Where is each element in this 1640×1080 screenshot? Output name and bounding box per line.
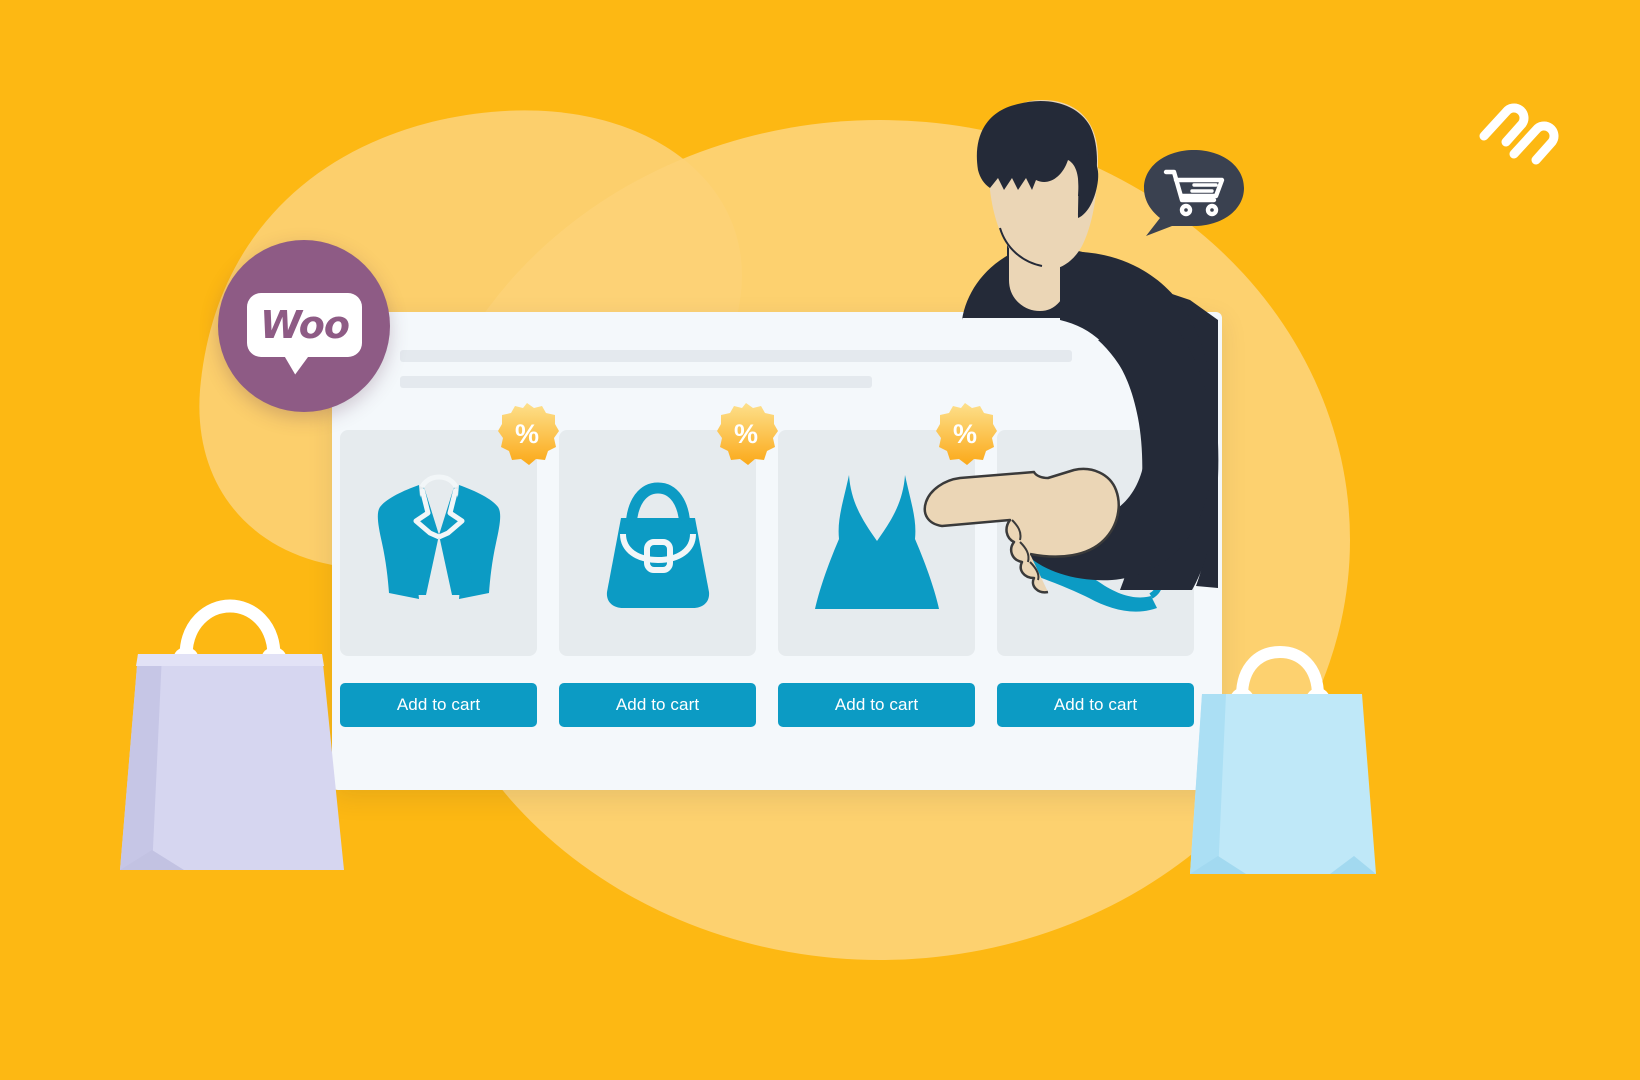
cart-speech-bubble xyxy=(1138,144,1250,238)
product-card: % Add to cart xyxy=(559,403,778,727)
brand-logo-mark xyxy=(1476,96,1560,170)
woo-logo: Woo xyxy=(218,240,390,412)
add-to-cart-button[interactable]: Add to cart xyxy=(340,683,537,727)
dress-icon xyxy=(814,475,939,609)
add-to-cart-button[interactable]: Add to cart xyxy=(778,683,975,727)
add-to-cart-button[interactable]: Add to cart xyxy=(559,683,756,727)
high-heel-shoe-icon xyxy=(1018,524,1163,612)
shopping-bag-left xyxy=(112,588,362,878)
illustration-canvas: % Add to cart % Add to cart % Add to car… xyxy=(0,0,1640,1080)
product-card: % Add to cart xyxy=(340,403,559,727)
speech-bubble-shape xyxy=(1144,150,1244,236)
woo-logo-label: Woo xyxy=(259,303,350,347)
product-card: Add to cart xyxy=(997,430,1194,727)
woo-bubble: Woo xyxy=(247,293,362,357)
handbag-icon xyxy=(606,482,709,608)
product-grid: % Add to cart % Add to cart % Add to car… xyxy=(340,403,1214,727)
placeholder-text-lines xyxy=(400,350,1072,402)
product-thumbnail xyxy=(997,430,1194,656)
blazer-icon xyxy=(377,474,500,599)
browser-window: % Add to cart % Add to cart % Add to car… xyxy=(332,312,1222,790)
discount-badge: % xyxy=(495,402,559,466)
discount-badge: % xyxy=(714,402,778,466)
add-to-cart-button[interactable]: Add to cart xyxy=(997,683,1194,727)
shopping-bag-right xyxy=(1186,638,1382,882)
placeholder-line-1 xyxy=(400,350,1072,362)
discount-badge-label: % xyxy=(952,418,977,449)
product-card: % Add to cart xyxy=(778,403,997,727)
discount-badge: % xyxy=(933,402,997,466)
discount-badge-label: % xyxy=(514,418,539,449)
discount-badge-label: % xyxy=(733,418,758,449)
placeholder-line-2 xyxy=(400,376,872,388)
